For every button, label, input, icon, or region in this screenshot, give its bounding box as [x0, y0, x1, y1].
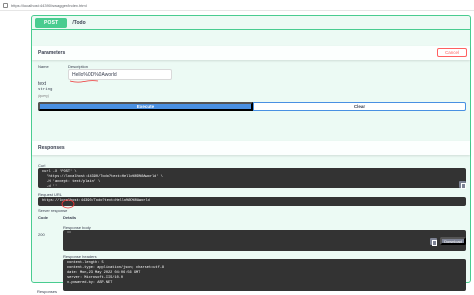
column-name-header: Name — [38, 64, 49, 69]
response-status-code: 200 — [38, 232, 45, 237]
param-type: string — [38, 88, 53, 92]
param-name: text — [38, 81, 47, 87]
response-headers-block[interactable]: content-length: 5 content-type: applicat… — [63, 259, 466, 291]
text-param-value: Hello%0D%0Aworld — [72, 71, 117, 78]
clear-button[interactable]: Clear — [253, 102, 466, 111]
red-underline-annotation — [69, 80, 99, 83]
execute-button[interactable]: Execute — [38, 102, 253, 111]
copy-icon[interactable] — [430, 238, 437, 246]
responses-header: Responses — [32, 141, 470, 155]
param-location: (query) — [38, 94, 50, 98]
column-details-header: Details — [63, 215, 77, 220]
address-url[interactable]: https://localhost:44390/swagger/index.ht… — [11, 3, 87, 8]
address-bar[interactable]: https://localhost:44390/swagger/index.ht… — [0, 0, 474, 11]
method-badge: POST — [35, 17, 68, 28]
request-url-block[interactable]: https://localhost:44390/Todo?text=Hello%… — [38, 197, 466, 206]
cancel-button[interactable]: Cancel — [437, 48, 467, 57]
response-body-block[interactable]: "" — [63, 230, 466, 251]
column-code-header: Code — [38, 215, 48, 220]
responses-bottom-label: Responses — [37, 289, 58, 294]
copy-icon[interactable] — [459, 181, 466, 189]
parameters-title: Parameters — [38, 50, 66, 56]
operation-path: /Todo — [72, 19, 86, 26]
operation-block: POST /Todo Parameters Cancel Name Descri… — [31, 15, 471, 291]
operation-summary[interactable]: POST /Todo — [32, 16, 470, 30]
red-circle-annotation — [61, 199, 75, 209]
lock-icon — [3, 2, 8, 8]
parameters-header: Parameters Cancel — [32, 46, 470, 60]
download-button[interactable]: Download — [440, 237, 466, 245]
responses-title: Responses — [38, 145, 65, 151]
curl-code-block[interactable]: curl -X 'POST' \ 'https://localhost:4439… — [38, 168, 466, 188]
